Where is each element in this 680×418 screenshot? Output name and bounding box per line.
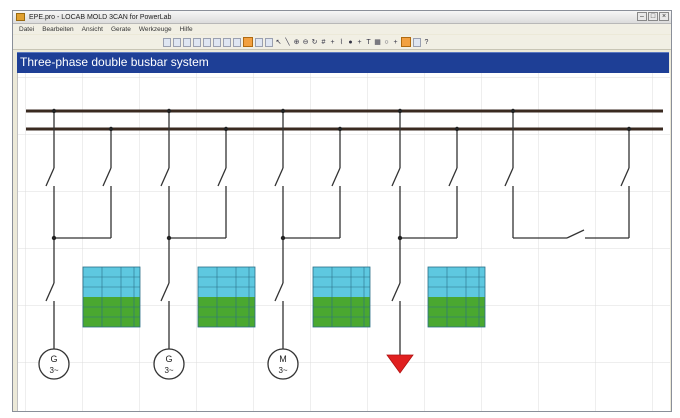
minimize-button[interactable]: –: [637, 12, 647, 21]
menu-datei[interactable]: Datei: [19, 26, 34, 33]
grid-background: [18, 73, 670, 411]
title-bar: EPE.pro - LOCAB MOLD 3CAN for PowerLab –…: [13, 11, 671, 24]
window-title: EPE.pro - LOCAB MOLD 3CAN for PowerLab: [29, 13, 172, 21]
menu-bar: Datei Bearbeiten Ansicht Gerate Werkzeug…: [13, 24, 671, 34]
document-title: Three-phase double busbar system: [20, 55, 209, 69]
copy-icon[interactable]: [213, 37, 221, 47]
arrow-right-icon[interactable]: [255, 37, 263, 47]
cut-icon[interactable]: [203, 37, 211, 47]
motor-1-phase: 3~: [278, 366, 287, 375]
menu-werkzeuge[interactable]: Werkzeuge: [139, 26, 172, 33]
paste-icon[interactable]: [223, 37, 231, 47]
plus-icon[interactable]: +: [329, 38, 336, 47]
application-window: EPE.pro - LOCAB MOLD 3CAN for PowerLab –…: [12, 10, 672, 412]
line-icon[interactable]: ╲: [284, 38, 291, 47]
generator-2-phase: 3~: [164, 366, 173, 375]
print-icon[interactable]: [193, 37, 201, 47]
help-icon[interactable]: ?: [423, 38, 430, 47]
schematic-canvas[interactable]: G 3~ G 3~ M 3~: [17, 73, 670, 411]
generator-symbol-1[interactable]: G 3~: [38, 348, 70, 380]
motor-symbol-1[interactable]: M 3~: [267, 348, 299, 380]
bus-icon[interactable]: [265, 37, 273, 47]
circle-icon[interactable]: ○: [383, 38, 390, 47]
generator-1-label: G: [50, 354, 57, 364]
measurement-panel-3[interactable]: [312, 266, 371, 328]
toolbar: ↖ ╲ ⊕ ⊖ ↻ # + ⌇ ● + T ▦ ○ + ?: [13, 35, 671, 50]
insert-icon[interactable]: +: [392, 38, 399, 47]
close-button[interactable]: ×: [659, 12, 669, 21]
motor-1-label: M: [279, 354, 287, 364]
menu-hilfe[interactable]: Hilfe: [180, 26, 193, 33]
grid-icon[interactable]: #: [320, 38, 327, 47]
library-icon[interactable]: [401, 37, 411, 47]
generator-symbol-2[interactable]: G 3~: [153, 348, 185, 380]
measurement-panel-2[interactable]: [197, 266, 256, 328]
zoom-in-icon[interactable]: ⊕: [293, 38, 300, 47]
single-line-diagram: G 3~ G 3~ M 3~: [18, 73, 670, 411]
menu-bearbeiten[interactable]: Bearbeiten: [42, 26, 73, 33]
menu-gerate[interactable]: Gerate: [111, 26, 131, 33]
measurement-panel-1[interactable]: [82, 266, 141, 328]
component-library-icon[interactable]: [243, 37, 253, 47]
switch-icon[interactable]: ⌇: [338, 38, 345, 47]
text-icon[interactable]: T: [365, 38, 372, 47]
table-icon[interactable]: ▦: [374, 38, 381, 47]
new-icon[interactable]: [163, 37, 171, 47]
generator-1-phase: 3~: [49, 366, 58, 375]
app-icon: [16, 13, 25, 21]
undo-icon[interactable]: [233, 37, 241, 47]
generator-2-label: G: [165, 354, 172, 364]
settings-icon[interactable]: [413, 37, 421, 47]
maximize-button[interactable]: □: [648, 12, 658, 21]
node-icon[interactable]: ●: [347, 38, 354, 47]
open-icon[interactable]: [173, 37, 181, 47]
add-icon[interactable]: +: [356, 38, 363, 47]
rotate-icon[interactable]: ↻: [311, 38, 318, 47]
document-header: Three-phase double busbar system: [17, 52, 669, 73]
menu-ansicht[interactable]: Ansicht: [82, 26, 103, 33]
pointer-icon[interactable]: ↖: [275, 38, 282, 47]
zoom-out-icon[interactable]: ⊖: [302, 38, 309, 47]
window-controls: – □ ×: [637, 12, 669, 21]
save-icon[interactable]: [183, 37, 191, 47]
measurement-panel-4[interactable]: [427, 266, 486, 328]
